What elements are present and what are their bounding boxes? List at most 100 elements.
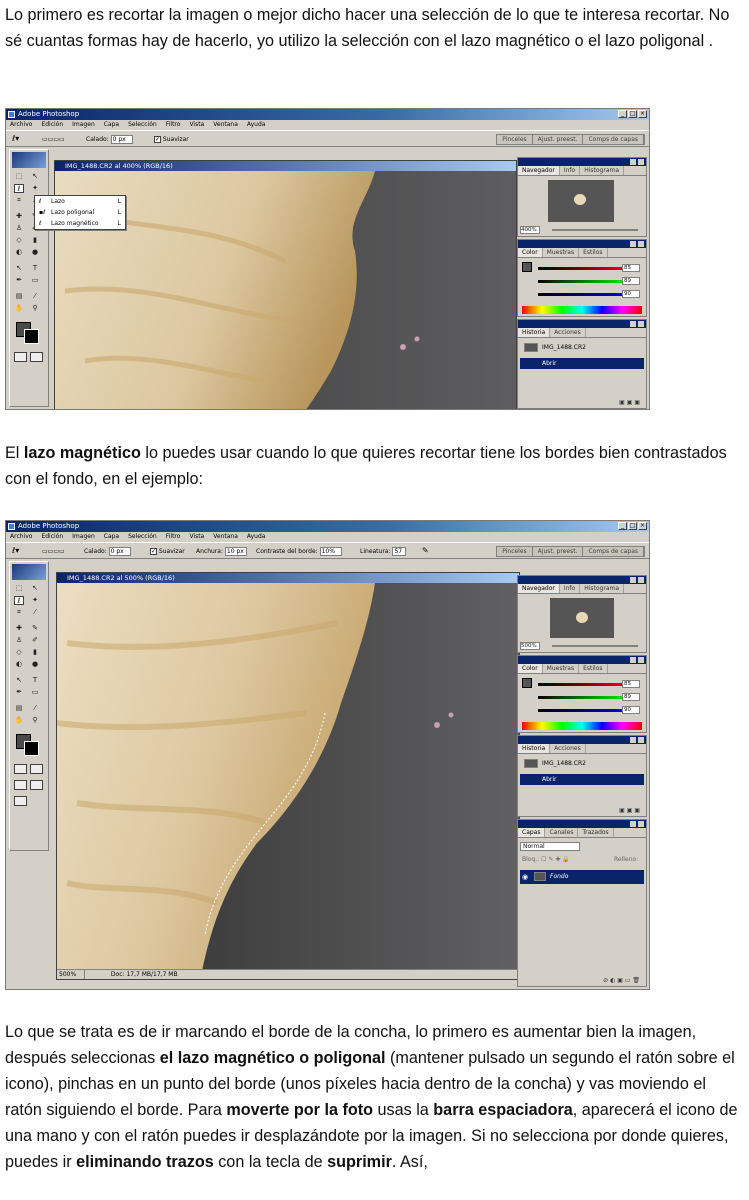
red-slider[interactable]	[538, 267, 632, 270]
tab-color[interactable]: Color	[518, 248, 543, 257]
shape-tool-icon[interactable]: ▭	[30, 688, 40, 697]
dodge-tool-icon[interactable]: ●	[30, 248, 40, 257]
lasso-preset-icon[interactable]: ℓ▾	[12, 134, 19, 143]
smooth-checkbox[interactable]: ✓	[150, 548, 157, 555]
menu-ayuda[interactable]: Ayuda	[247, 120, 266, 130]
blur-tool-icon[interactable]: ◐	[14, 248, 24, 257]
red-value[interactable]: 85	[622, 264, 640, 272]
background-color[interactable]	[24, 329, 39, 344]
tab-color[interactable]: Color	[518, 664, 543, 673]
blue-value[interactable]: 90	[622, 290, 640, 298]
dodge-tool-icon[interactable]: ●	[30, 660, 40, 669]
eyedropper-icon[interactable]: ⁄	[30, 704, 40, 713]
color-swatches[interactable]	[16, 734, 40, 756]
width-input[interactable]: 10 px	[224, 547, 247, 556]
tab-historia[interactable]: Historia	[518, 328, 551, 337]
tab-comps[interactable]: Comps de capas	[583, 547, 644, 556]
navigator-preview[interactable]	[548, 180, 614, 222]
feather-input[interactable]: 0 px	[110, 135, 133, 144]
navigator-preview[interactable]	[550, 598, 614, 638]
history-step-abrir[interactable]: Abrir	[520, 358, 644, 369]
minimize-icon[interactable]: _	[618, 110, 627, 118]
move-tool-icon[interactable]: ↖	[30, 172, 40, 181]
type-tool-icon[interactable]: T	[30, 676, 40, 685]
healing-brush-icon[interactable]: ✚	[14, 624, 24, 633]
navigator-zoom-field[interactable]: 500%	[520, 642, 540, 650]
tab-acciones[interactable]: Acciones	[550, 328, 586, 337]
color-spectrum[interactable]	[522, 722, 642, 730]
navigator-zoom-field[interactable]: 400%	[520, 226, 540, 234]
tab-pinceles[interactable]: Pinceles	[497, 547, 533, 556]
color-spectrum[interactable]	[522, 306, 642, 314]
tab-pinceles[interactable]: Pinceles	[497, 135, 533, 144]
green-value[interactable]: 89	[622, 277, 640, 285]
hand-tool-icon[interactable]: ✋	[14, 304, 24, 313]
tab-trazados[interactable]: Trazados	[578, 828, 614, 837]
blue-slider[interactable]	[538, 293, 632, 296]
tab-muestras[interactable]: Muestras	[543, 248, 580, 257]
history-buttons-icon[interactable]: ▣ ▣ ▣	[619, 807, 640, 814]
zoom-slider[interactable]	[552, 229, 638, 231]
tab-ajustes[interactable]: Ajust. preest.	[533, 547, 584, 556]
history-brush-icon[interactable]: ✐	[30, 636, 40, 645]
menu-ventana[interactable]: Ventana	[213, 120, 238, 130]
pen-tool-icon[interactable]: ✒	[14, 276, 24, 285]
tab-histograma[interactable]: Histograma	[580, 584, 625, 593]
minimize-icon[interactable]: _	[618, 522, 627, 530]
type-tool-icon[interactable]: T	[30, 264, 40, 273]
tab-historia[interactable]: Historia	[518, 744, 551, 753]
tab-comps[interactable]: Comps de capas	[583, 135, 644, 144]
standard-mode-icon[interactable]	[14, 764, 27, 774]
pen-tool-icon[interactable]: ✒	[14, 688, 24, 697]
magnetic-lasso-tool-icon[interactable]: ℓ	[14, 596, 24, 605]
notes-tool-icon[interactable]: ▤	[14, 704, 24, 713]
blur-tool-icon[interactable]: ◐	[14, 660, 24, 669]
maximize-icon[interactable]: □	[628, 110, 637, 118]
menu-seleccion[interactable]: Selección	[128, 532, 157, 542]
path-select-icon[interactable]: ↖	[14, 676, 24, 685]
menu-ventana[interactable]: Ventana	[213, 532, 238, 542]
tab-info[interactable]: Info	[560, 166, 581, 175]
close-icon[interactable]: ×	[638, 522, 647, 530]
selection-mode-icons[interactable]: ▭▭▭▭	[42, 135, 65, 144]
quickmask-mode-icon[interactable]	[30, 764, 43, 774]
menu-imagen[interactable]: Imagen	[72, 532, 95, 542]
hand-tool-icon[interactable]: ✋	[14, 716, 24, 725]
crop-tool-icon[interactable]: ⌗	[14, 608, 24, 617]
tab-estilos[interactable]: Estilos	[579, 664, 608, 673]
eyedropper-icon[interactable]: ⁄	[30, 292, 40, 301]
imageready-icon[interactable]	[14, 796, 27, 806]
standard-mode-icon[interactable]	[14, 352, 27, 362]
notes-tool-icon[interactable]: ▤	[14, 292, 24, 301]
move-tool-icon[interactable]: ↖	[30, 584, 40, 593]
flyout-item-lazo-magnetico[interactable]: ℓ Lazo magnético L	[35, 218, 125, 229]
green-value[interactable]: 89	[622, 693, 640, 701]
magnetic-lasso-preset-icon[interactable]: ℓ▾	[12, 546, 19, 555]
menu-filtro[interactable]: Filtro	[166, 120, 181, 130]
quickmask-mode-icon[interactable]	[30, 352, 43, 362]
lock-icons[interactable]: ☐ ✎ ✚ 🔒	[541, 856, 570, 863]
zoom-slider[interactable]	[552, 645, 638, 647]
layer-fondo[interactable]: ◉ Fondo	[520, 870, 644, 884]
zoom-tool-icon[interactable]: ⚲	[30, 304, 40, 313]
menu-edicion[interactable]: Edición	[41, 120, 63, 130]
tab-acciones[interactable]: Acciones	[550, 744, 586, 753]
close-icon[interactable]: ×	[638, 110, 647, 118]
smooth-checkbox[interactable]: ✓	[154, 136, 161, 143]
blue-slider[interactable]	[538, 709, 632, 712]
brush-tool-icon[interactable]: ✎	[30, 624, 40, 633]
history-buttons-icon[interactable]: ▣ ▣ ▣	[619, 399, 640, 406]
tab-navegador[interactable]: Navegador	[518, 166, 560, 175]
menu-archivo[interactable]: Archivo	[10, 532, 32, 542]
gradient-tool-icon[interactable]: ▮	[30, 236, 40, 245]
history-step-abrir[interactable]: Abrir	[520, 774, 644, 785]
slice-tool-icon[interactable]: ⁄	[30, 608, 40, 617]
stamp-tool-icon[interactable]: ♙	[14, 224, 24, 233]
crop-tool-icon[interactable]: ⌗	[14, 196, 24, 205]
menu-vista[interactable]: Vista	[189, 120, 204, 130]
menu-capa[interactable]: Capa	[104, 120, 119, 130]
red-value[interactable]: 85	[622, 680, 640, 688]
background-color[interactable]	[24, 741, 39, 756]
menu-imagen[interactable]: Imagen	[72, 120, 95, 130]
lasso-tool-icon[interactable]: ℓ	[14, 184, 24, 193]
